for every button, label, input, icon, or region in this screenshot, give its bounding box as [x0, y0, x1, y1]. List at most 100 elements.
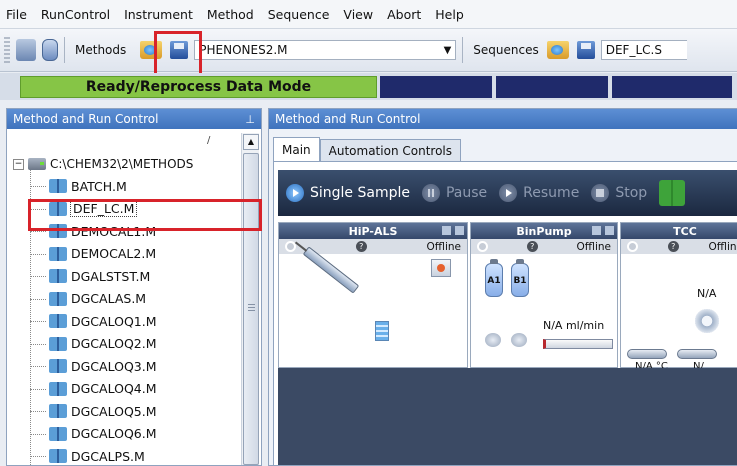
- tab-main[interactable]: Main: [273, 137, 320, 161]
- method-file-icon: [49, 314, 67, 329]
- help-icon[interactable]: ?: [355, 241, 367, 252]
- toolbar-grip[interactable]: [4, 37, 10, 63]
- module-empty-area: [278, 368, 737, 465]
- pin-icon[interactable]: ⊥: [245, 113, 255, 126]
- tree-item-dgcaloq2[interactable]: DGCALOQ2.M: [13, 333, 239, 356]
- vial-rack-icon: [375, 321, 389, 341]
- highlight-box-folder: [154, 31, 202, 79]
- tree-root[interactable]: − C:\CHEM32\2\METHODS: [13, 153, 239, 175]
- run-control-tabs: Main Automation Controls: [273, 137, 461, 161]
- tree-item-dgcaloq4[interactable]: DGCALOQ4.M: [13, 378, 239, 401]
- pause-button[interactable]: Pause: [421, 184, 487, 202]
- module-name: BinPump: [516, 224, 572, 238]
- menu-abort[interactable]: Abort: [387, 7, 421, 22]
- method-select[interactable]: PHENONES2.M ▼: [194, 40, 457, 60]
- tcc-value: N/A: [697, 287, 717, 300]
- module-status: Offline: [426, 240, 461, 253]
- menu-view[interactable]: View: [343, 7, 373, 22]
- load-sequence-folder-icon[interactable]: [546, 41, 569, 59]
- tree-item-dgcaloq6[interactable]: DGCALOQ6.M: [13, 423, 239, 446]
- column-icon: [627, 349, 667, 359]
- tree-item-dgalstst[interactable]: DGALSTST.M: [13, 265, 239, 288]
- toolbar-separator: [64, 37, 65, 63]
- sequence-select-value: DEF_LC.S: [605, 43, 662, 57]
- menu-bar: File RunControl Instrument Method Sequen…: [0, 0, 737, 28]
- tree-root-label: C:\CHEM32\2\METHODS: [50, 157, 194, 171]
- tree-item-dgcaloq3[interactable]: DGCALOQ3.M: [13, 355, 239, 378]
- module-header: BinPump: [471, 223, 617, 239]
- module-status-bar: ? Offline: [621, 239, 737, 254]
- chevron-down-icon[interactable]: ▼: [444, 45, 452, 56]
- window-controls-icon[interactable]: [442, 226, 464, 236]
- tree-item-dgcalas[interactable]: DGCALAS.M: [13, 288, 239, 311]
- highlight-box-def-lc: [28, 199, 262, 231]
- module-name: TCC: [673, 224, 697, 238]
- window-controls-icon[interactable]: [592, 226, 614, 236]
- status-indicator: Ready/Reprocess Data Mode: [20, 76, 377, 98]
- chemstation-window: File RunControl Instrument Method Sequen…: [0, 0, 737, 466]
- menu-method[interactable]: Method: [207, 7, 254, 22]
- module-status-bar: ? Offline: [471, 239, 617, 254]
- help-icon[interactable]: ?: [526, 241, 538, 252]
- tree-item-label: DEMOCAL2.M: [71, 246, 157, 262]
- status-segment: [496, 76, 608, 98]
- method-file-icon: [49, 449, 67, 464]
- tree-item-label: DGCALOQ5.M: [71, 403, 157, 419]
- vial-icon[interactable]: [42, 39, 58, 61]
- status-segment: [612, 76, 732, 98]
- menu-runcontrol[interactable]: RunControl: [41, 7, 110, 22]
- single-sample-button[interactable]: Single Sample: [286, 184, 410, 202]
- menu-help[interactable]: Help: [435, 7, 464, 22]
- stop-button[interactable]: Stop: [591, 184, 647, 202]
- power-icon[interactable]: [627, 241, 638, 252]
- left-panel-header: Method and Run Control ⊥: [7, 109, 261, 129]
- sequences-label: Sequences: [473, 43, 539, 57]
- power-icon[interactable]: [477, 241, 488, 252]
- tree-item-label: DGCALOQ6.M: [71, 426, 157, 442]
- methods-label: Methods: [75, 43, 127, 57]
- method-books-icon[interactable]: [659, 180, 686, 206]
- menu-sequence[interactable]: Sequence: [268, 7, 330, 22]
- pause-icon: [421, 184, 440, 202]
- menu-file[interactable]: File: [6, 7, 27, 22]
- tree-item-dgcaloq1[interactable]: DGCALOQ1.M: [13, 310, 239, 333]
- tree-item-label: DGCALAS.M: [71, 291, 147, 307]
- save-sequence-icon[interactable]: [576, 41, 595, 59]
- right-panel-header: Method and Run Control: [269, 109, 737, 129]
- collapse-icon[interactable]: −: [13, 158, 24, 170]
- method-tree-panel: Method and Run Control ⊥ / − C:\CHEM32\2…: [6, 108, 262, 466]
- sequence-select[interactable]: DEF_LC.S: [600, 40, 687, 60]
- scroll-up-icon[interactable]: ▲: [243, 134, 259, 150]
- tree-item-label: DGCALOQ4.M: [71, 381, 157, 397]
- tab-automation-controls[interactable]: Automation Controls: [319, 139, 461, 161]
- valve-icon[interactable]: [485, 333, 501, 347]
- tree-item-label: DGCALOQ3.M: [71, 358, 157, 374]
- solvent-bottle-b-icon[interactable]: B1: [511, 259, 529, 297]
- module-binpump[interactable]: BinPump ? Offline A1 B1 N/A ml/min: [470, 222, 618, 368]
- tree-item-democal2[interactable]: DEMOCAL2.M: [13, 243, 239, 266]
- instrument-stack-icon[interactable]: [16, 39, 36, 61]
- help-icon[interactable]: ?: [667, 241, 679, 252]
- tree-item-label: DGCALOQ2.M: [71, 336, 157, 352]
- valve-icon[interactable]: [511, 333, 527, 347]
- module-status: Offline: [708, 240, 737, 253]
- menu-instrument[interactable]: Instrument: [124, 7, 193, 22]
- resume-label: Resume: [523, 185, 580, 201]
- resume-button[interactable]: Resume: [499, 184, 579, 202]
- tree-item-dgcalps[interactable]: DGCALPS.M: [13, 445, 239, 465]
- column-icon: [677, 349, 717, 359]
- tree-scrollbar[interactable]: ▲: [241, 133, 259, 465]
- valve-wheel-icon[interactable]: [695, 309, 719, 333]
- method-file-icon: [49, 336, 67, 351]
- sample-tray-icon[interactable]: [431, 259, 451, 277]
- method-select-value: PHENONES2.M: [199, 43, 288, 57]
- solvent-bottle-a-icon[interactable]: A1: [485, 259, 503, 297]
- module-hip-als[interactable]: HiP-ALS ? Offline: [278, 222, 468, 368]
- module-tcc[interactable]: TCC ? Offline N/A N/A °C N/: [620, 222, 737, 372]
- single-sample-label: Single Sample: [310, 185, 410, 201]
- tree-item-batch[interactable]: BATCH.M: [13, 175, 239, 198]
- method-file-icon: [49, 359, 67, 374]
- play-icon: [286, 184, 304, 202]
- path-hint: /: [207, 135, 211, 146]
- tree-item-dgcaloq5[interactable]: DGCALOQ5.M: [13, 400, 239, 423]
